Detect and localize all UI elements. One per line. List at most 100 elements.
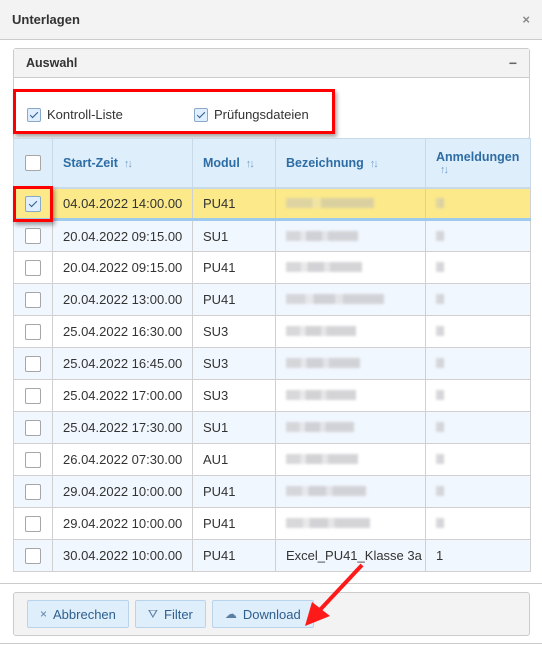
table-row[interactable]: 20.04.2022 13:00.00 PU41 — [13, 283, 531, 316]
redacted-text — [286, 454, 358, 464]
sort-icon[interactable]: ↑↓ — [440, 164, 520, 176]
table-row[interactable]: 20.04.2022 09:15.00 SU1 — [13, 219, 531, 252]
row-select-cell[interactable] — [13, 251, 53, 284]
header-bezeichnung[interactable]: Bezeichnung ↑↓ — [275, 138, 426, 189]
cell-bezeichnung — [275, 219, 426, 252]
cell-anmeldungen — [425, 315, 531, 348]
header-anmeldungen[interactable]: Anmeldungen ↑↓ — [425, 138, 531, 189]
redacted-text — [436, 454, 444, 464]
table-row[interactable]: 20.04.2022 09:15.00 PU41 — [13, 251, 531, 284]
row-checkbox[interactable] — [25, 259, 41, 276]
cell-modul: SU3 — [192, 315, 276, 348]
table-row[interactable]: 30.04.2022 10:00.00 PU41 Excel_PU41_Klasse… — [13, 539, 531, 572]
row-checkbox[interactable] — [25, 291, 41, 308]
row-checkbox[interactable] — [25, 387, 41, 404]
cell-start-zeit: 29.04.2022 10:00.00 — [52, 507, 193, 540]
table-row[interactable]: 26.04.2022 07:30.00 AU1 — [13, 443, 531, 476]
table-header-row: Start-Zeit ↑↓ Modul ↑↓ Bezeichnung ↑↓ Anmel… — [13, 138, 531, 189]
row-checkbox[interactable] — [25, 515, 41, 532]
cell-modul: PU41 — [192, 539, 276, 572]
cell-modul: PU41 — [192, 475, 276, 508]
cell-start-zeit: 25.04.2022 16:30.00 — [52, 315, 193, 348]
sort-icon[interactable]: ↑↓ — [370, 158, 379, 170]
row-select-cell[interactable] — [13, 475, 53, 508]
cell-bezeichnung: Excel_PU41_Klasse 3a — [275, 539, 426, 572]
row-select-cell[interactable] — [13, 315, 53, 348]
table-row[interactable]: 29.04.2022 10:00.00 PU41 — [13, 475, 531, 508]
row-select-cell[interactable] — [13, 379, 53, 412]
dialog-titlebar: Unterlagen × — [0, 0, 542, 40]
redacted-text — [286, 262, 362, 272]
sort-icon[interactable]: ↑↓ — [246, 158, 255, 170]
select-all-header[interactable] — [13, 138, 53, 189]
download-button[interactable]: ☁ Download — [211, 600, 314, 628]
row-select-cell[interactable] — [13, 347, 53, 380]
cell-start-zeit: 20.04.2022 09:15.00 — [52, 251, 193, 284]
table-row[interactable]: 29.04.2022 10:00.00 PU41 — [13, 507, 531, 540]
cell-start-zeit: 25.04.2022 16:45.00 — [52, 347, 193, 380]
cell-bezeichnung — [275, 251, 426, 284]
filter-button[interactable]: ⛛ Filter — [134, 600, 206, 628]
sort-icon[interactable]: ↑↓ — [124, 158, 133, 170]
row-checkbox[interactable] — [25, 355, 41, 372]
row-select-cell[interactable] — [13, 283, 53, 316]
table-row[interactable]: 25.04.2022 16:30.00 SU3 — [13, 315, 531, 348]
cell-anmeldungen — [425, 283, 531, 316]
cell-bezeichnung — [275, 411, 426, 444]
cell-modul: SU1 — [192, 219, 276, 252]
row-select-cell[interactable] — [13, 219, 53, 252]
row-select-cell[interactable] — [13, 443, 53, 476]
row-checkbox[interactable] — [25, 228, 41, 245]
cell-bezeichnung — [275, 379, 426, 412]
filter-icon: ⛛ — [147, 606, 158, 621]
cell-anmeldungen — [425, 219, 531, 252]
header-start-zeit[interactable]: Start-Zeit ↑↓ — [52, 138, 193, 189]
close-icon[interactable]: × — [522, 12, 530, 27]
cell-start-zeit: 20.04.2022 09:15.00 — [52, 219, 193, 252]
redacted-text — [436, 294, 444, 304]
table-row[interactable]: 25.04.2022 17:00.00 SU3 — [13, 379, 531, 412]
cell-bezeichnung — [275, 283, 426, 316]
redacted-text — [286, 230, 358, 241]
redacted-text — [436, 358, 444, 368]
row-checkbox[interactable] — [25, 547, 41, 564]
cancel-button[interactable]: × Abbrechen — [27, 600, 129, 628]
redacted-text — [286, 518, 370, 528]
row-select-cell[interactable] — [13, 539, 53, 572]
row-select-cell[interactable] — [13, 507, 53, 540]
redacted-text — [286, 486, 366, 496]
cell-modul: PU41 — [192, 283, 276, 316]
redacted-text — [436, 262, 444, 272]
cell-start-zeit: 26.04.2022 07:30.00 — [52, 443, 193, 476]
cell-anmeldungen — [425, 187, 531, 221]
cell-start-zeit: 25.04.2022 17:30.00 — [52, 411, 193, 444]
cell-anmeldungen — [425, 379, 531, 412]
cell-anmeldungen — [425, 347, 531, 380]
cell-modul: PU41 — [192, 187, 276, 221]
cell-anmeldungen — [425, 251, 531, 284]
redacted-text — [436, 518, 444, 528]
select-all-checkbox[interactable] — [25, 154, 41, 171]
table-row[interactable]: 25.04.2022 16:45.00 SU3 — [13, 347, 531, 380]
row-checkbox[interactable] — [25, 323, 41, 340]
cell-modul: PU41 — [192, 251, 276, 284]
redacted-text — [286, 358, 360, 368]
divider — [0, 643, 542, 644]
row-checkbox[interactable] — [25, 483, 41, 500]
redacted-text — [436, 197, 444, 208]
row-checkbox[interactable] — [25, 419, 41, 436]
redacted-text — [286, 326, 356, 336]
header-modul[interactable]: Modul ↑↓ — [192, 138, 276, 189]
row-checkbox[interactable] — [25, 451, 41, 468]
redacted-text — [436, 230, 444, 241]
table-row[interactable]: 04.04.2022 14:00.00 PU41 — [13, 187, 531, 221]
cell-modul: AU1 — [192, 443, 276, 476]
table-row[interactable]: 25.04.2022 17:30.00 SU1 — [13, 411, 531, 444]
cell-bezeichnung — [275, 347, 426, 380]
collapse-icon[interactable]: − — [509, 55, 517, 71]
cell-bezeichnung — [275, 315, 426, 348]
cell-modul: PU41 — [192, 507, 276, 540]
row-select-cell[interactable] — [13, 411, 53, 444]
redacted-text — [436, 326, 444, 336]
footer-toolbar: × Abbrechen ⛛ Filter ☁ Download — [13, 592, 530, 636]
